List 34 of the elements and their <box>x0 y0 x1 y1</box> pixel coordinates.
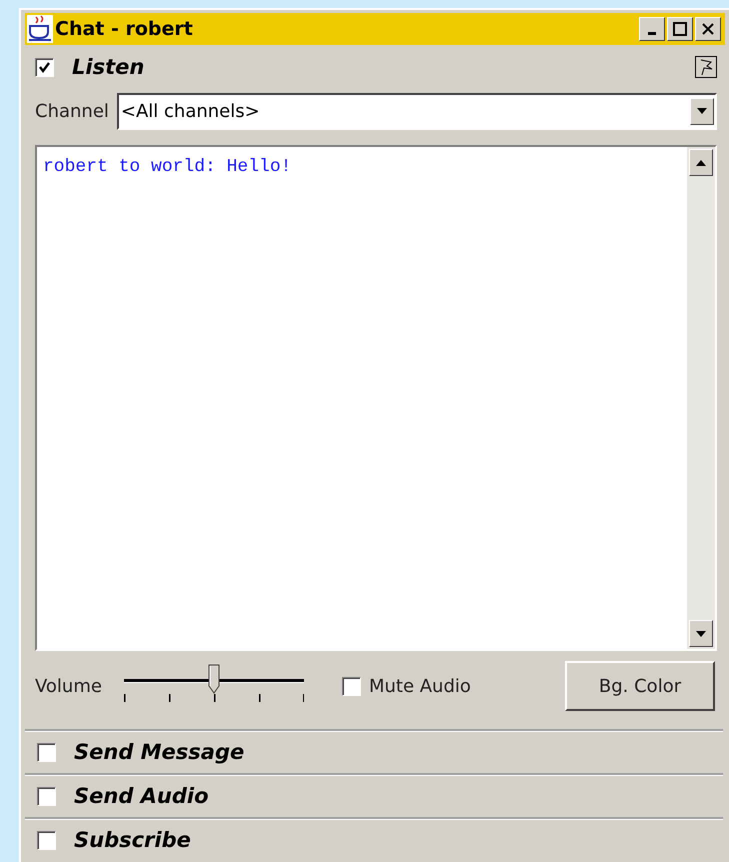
maximize-icon <box>673 22 687 36</box>
close-icon <box>702 23 714 35</box>
scroll-up-button[interactable] <box>689 149 713 176</box>
section-header[interactable]: Send Message <box>25 729 723 773</box>
bg-color-button[interactable]: Bg. Color <box>565 661 715 711</box>
scroll-down-button[interactable] <box>689 620 713 647</box>
slider-thumb[interactable] <box>208 664 220 694</box>
checkbox[interactable] <box>37 830 56 850</box>
checkbox[interactable] <box>35 58 54 76</box>
chat-message: robert to world: Hello! <box>43 157 292 177</box>
section-header[interactable]: Subscribe <box>25 817 723 861</box>
volume-label: Volume <box>35 676 102 696</box>
checkbox[interactable] <box>37 742 56 762</box>
checkbox[interactable] <box>37 786 56 806</box>
minimize-icon <box>648 32 656 35</box>
section-label: Subscribe <box>74 828 191 852</box>
section-label: Send Audio <box>74 784 209 808</box>
minimize-button[interactable] <box>639 17 665 41</box>
mute-audio-label: Mute Audio <box>368 676 471 696</box>
dropdown-arrow-button[interactable] <box>690 98 714 124</box>
channel-dropdown[interactable]: <All channels> <box>116 92 717 130</box>
up-arrow-icon <box>695 158 707 166</box>
section-label: Send Message <box>74 740 244 764</box>
close-button[interactable] <box>695 17 721 41</box>
coffee-cup-icon <box>27 15 53 43</box>
checkbox[interactable] <box>342 676 361 696</box>
section-header[interactable]: Send Audio <box>25 773 723 817</box>
listen-label: Listen <box>72 55 144 79</box>
checkmark-icon <box>38 60 51 74</box>
down-arrow-icon <box>696 107 708 115</box>
channel-label: Channel <box>35 100 109 122</box>
down-arrow-icon <box>695 630 707 638</box>
maximize-button[interactable] <box>667 17 693 41</box>
window-title: Chat - robert <box>55 18 194 40</box>
